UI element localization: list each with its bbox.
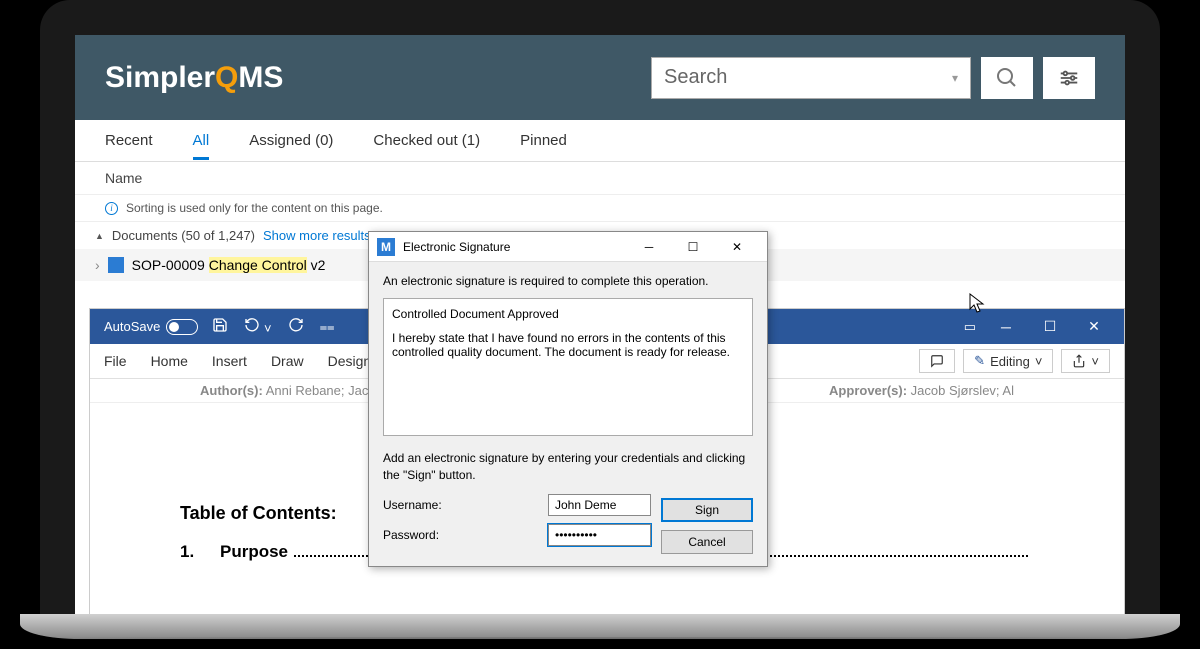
dialog-titlebar[interactable]: M Electronic Signature ─ ☐ ✕ [369,232,767,262]
customize-toolbar-icon[interactable]: ⩵ [312,319,343,335]
tab-all[interactable]: All [193,132,210,160]
ribbon-design[interactable]: Design [328,353,372,369]
view-tabs: Recent All Assigned (0) Checked out (1) … [75,120,1125,162]
laptop-frame-base [20,614,1180,639]
statement-title: Controlled Document Approved [392,307,744,321]
sign-button[interactable]: Sign [661,498,753,522]
logo-suffix: MS [238,61,283,95]
search-input[interactable]: Search ▾ [651,57,971,99]
dialog-message: An electronic signature is required to c… [383,274,753,288]
cancel-button[interactable]: Cancel [661,530,753,554]
redo-icon[interactable] [280,317,312,336]
toggle-icon[interactable] [166,319,198,335]
approvers-value: Jacob Sjørslev; Al [907,383,1014,398]
save-icon[interactable] [204,317,236,336]
chevron-down-icon: ˅ [1035,354,1043,369]
collapse-icon[interactable]: ▲ [95,231,104,241]
maximize-button[interactable]: ☐ [1028,309,1072,344]
dialog-maximize-button[interactable]: ☐ [671,232,715,262]
statement-body: I hereby state that I have found no erro… [392,331,744,359]
tab-recent[interactable]: Recent [105,132,153,157]
sliders-icon [1058,67,1080,89]
electronic-signature-dialog: M Electronic Signature ─ ☐ ✕ An electron… [368,231,768,567]
search-icon [995,66,1019,90]
share-icon [1072,354,1086,368]
group-label: Documents (50 of 1,247) [112,228,255,243]
info-icon: i [105,202,118,215]
sort-notice: i Sorting is used only for the content o… [75,195,1125,222]
undo-icon[interactable]: ˅ [236,317,279,336]
tab-checked-out[interactable]: Checked out (1) [373,132,480,157]
approvers-label: Approver(s): [829,383,907,398]
app-logo: SimplerQMS [105,61,283,95]
ribbon-file[interactable]: File [104,353,127,369]
authors-label: Author(s): [200,383,263,398]
editing-mode-button[interactable]: ✎ Editing ˅ [963,349,1053,373]
username-label: Username: [383,498,548,512]
ribbon-draw[interactable]: Draw [271,353,304,369]
word-file-icon [108,257,124,273]
filter-button[interactable] [1043,57,1095,99]
dialog-title-text: Electronic Signature [403,240,510,254]
share-button[interactable]: ˅ [1061,349,1110,373]
dialog-close-button[interactable]: ✕ [715,232,759,262]
sort-note-text: Sorting is used only for the content on … [126,201,383,215]
close-button[interactable]: ✕ [1072,309,1116,344]
pencil-icon: ✎ [974,353,985,369]
expand-icon[interactable]: › [95,257,100,273]
minimize-button[interactable]: ─ [984,309,1028,344]
authors-value: Anni Rebane; Jacob [263,383,383,398]
comments-button[interactable] [919,349,955,373]
password-input[interactable] [548,524,651,546]
signature-statement-box[interactable]: Controlled Document Approved I hereby st… [383,298,753,436]
dialog-instructions: Add an electronic signature by entering … [383,450,753,484]
ribbon-insert[interactable]: Insert [212,353,247,369]
search-button[interactable] [981,57,1033,99]
ribbon-display-icon[interactable]: ▭ [956,319,984,335]
show-more-link[interactable]: Show more results [263,228,371,243]
username-input[interactable] [548,494,651,516]
password-label: Password: [383,528,548,542]
tab-pinned[interactable]: Pinned [520,132,567,157]
autosave-toggle[interactable]: AutoSave [98,319,204,335]
search-placeholder: Search [664,66,727,89]
app-header: SimplerQMS Search ▾ [75,35,1125,120]
dialog-minimize-button[interactable]: ─ [627,232,671,262]
mfiles-icon: M [377,238,395,256]
logo-prefix: Simpler [105,61,215,95]
column-header-name[interactable]: Name [75,162,1125,195]
laptop-shadow [60,637,1140,649]
logo-q: Q [215,61,238,95]
document-title: SOP-00009 Change Control v2 [132,257,326,273]
chevron-down-icon[interactable]: ▾ [952,71,958,85]
tab-assigned[interactable]: Assigned (0) [249,132,333,157]
comment-icon [930,354,944,368]
ribbon-home[interactable]: Home [151,353,188,369]
